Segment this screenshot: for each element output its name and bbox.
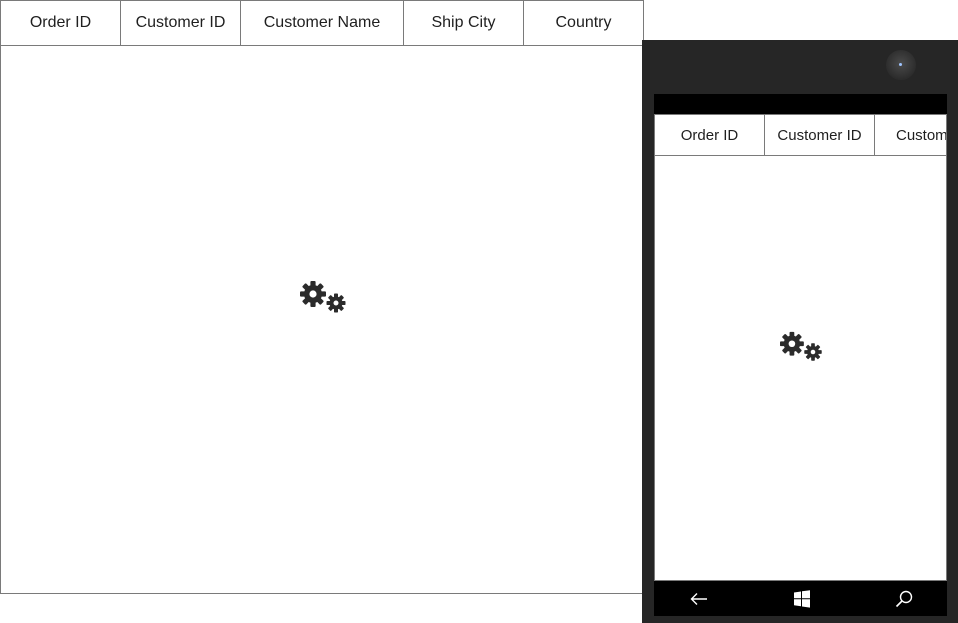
- phone-column-header-customer-id[interactable]: Customer ID: [765, 115, 875, 155]
- search-icon[interactable]: [893, 588, 915, 610]
- phone-navigation-bar: [654, 581, 947, 616]
- column-header-ship-city[interactable]: Ship City: [404, 1, 524, 45]
- phone-screen: Order ID Customer ID Customer Name: [654, 94, 947, 616]
- column-header-customer-name[interactable]: Customer Name: [241, 1, 404, 45]
- desktop-data-grid: Order ID Customer ID Customer Name Ship …: [0, 0, 644, 594]
- gears-icon: [299, 279, 349, 315]
- column-header-order-id[interactable]: Order ID: [1, 1, 121, 45]
- back-arrow-icon[interactable]: [688, 588, 710, 610]
- column-header-customer-id[interactable]: Customer ID: [121, 1, 241, 45]
- phone-column-header-order-id[interactable]: Order ID: [655, 115, 765, 155]
- camera-icon: [886, 50, 916, 80]
- gears-icon: [779, 330, 825, 363]
- column-header-country[interactable]: Country: [524, 1, 643, 45]
- grid-header-row: Order ID Customer ID Customer Name Ship …: [1, 1, 643, 46]
- phone-data-grid: Order ID Customer ID Customer Name: [654, 114, 947, 581]
- windows-logo-icon[interactable]: [791, 588, 813, 610]
- phone-app-bar: [654, 94, 947, 114]
- phone-column-header-customer-name[interactable]: Customer Name: [875, 115, 946, 155]
- phone-emulator: Order ID Customer ID Customer Name: [642, 40, 958, 623]
- phone-grid-header-row: Order ID Customer ID Customer Name: [655, 115, 946, 156]
